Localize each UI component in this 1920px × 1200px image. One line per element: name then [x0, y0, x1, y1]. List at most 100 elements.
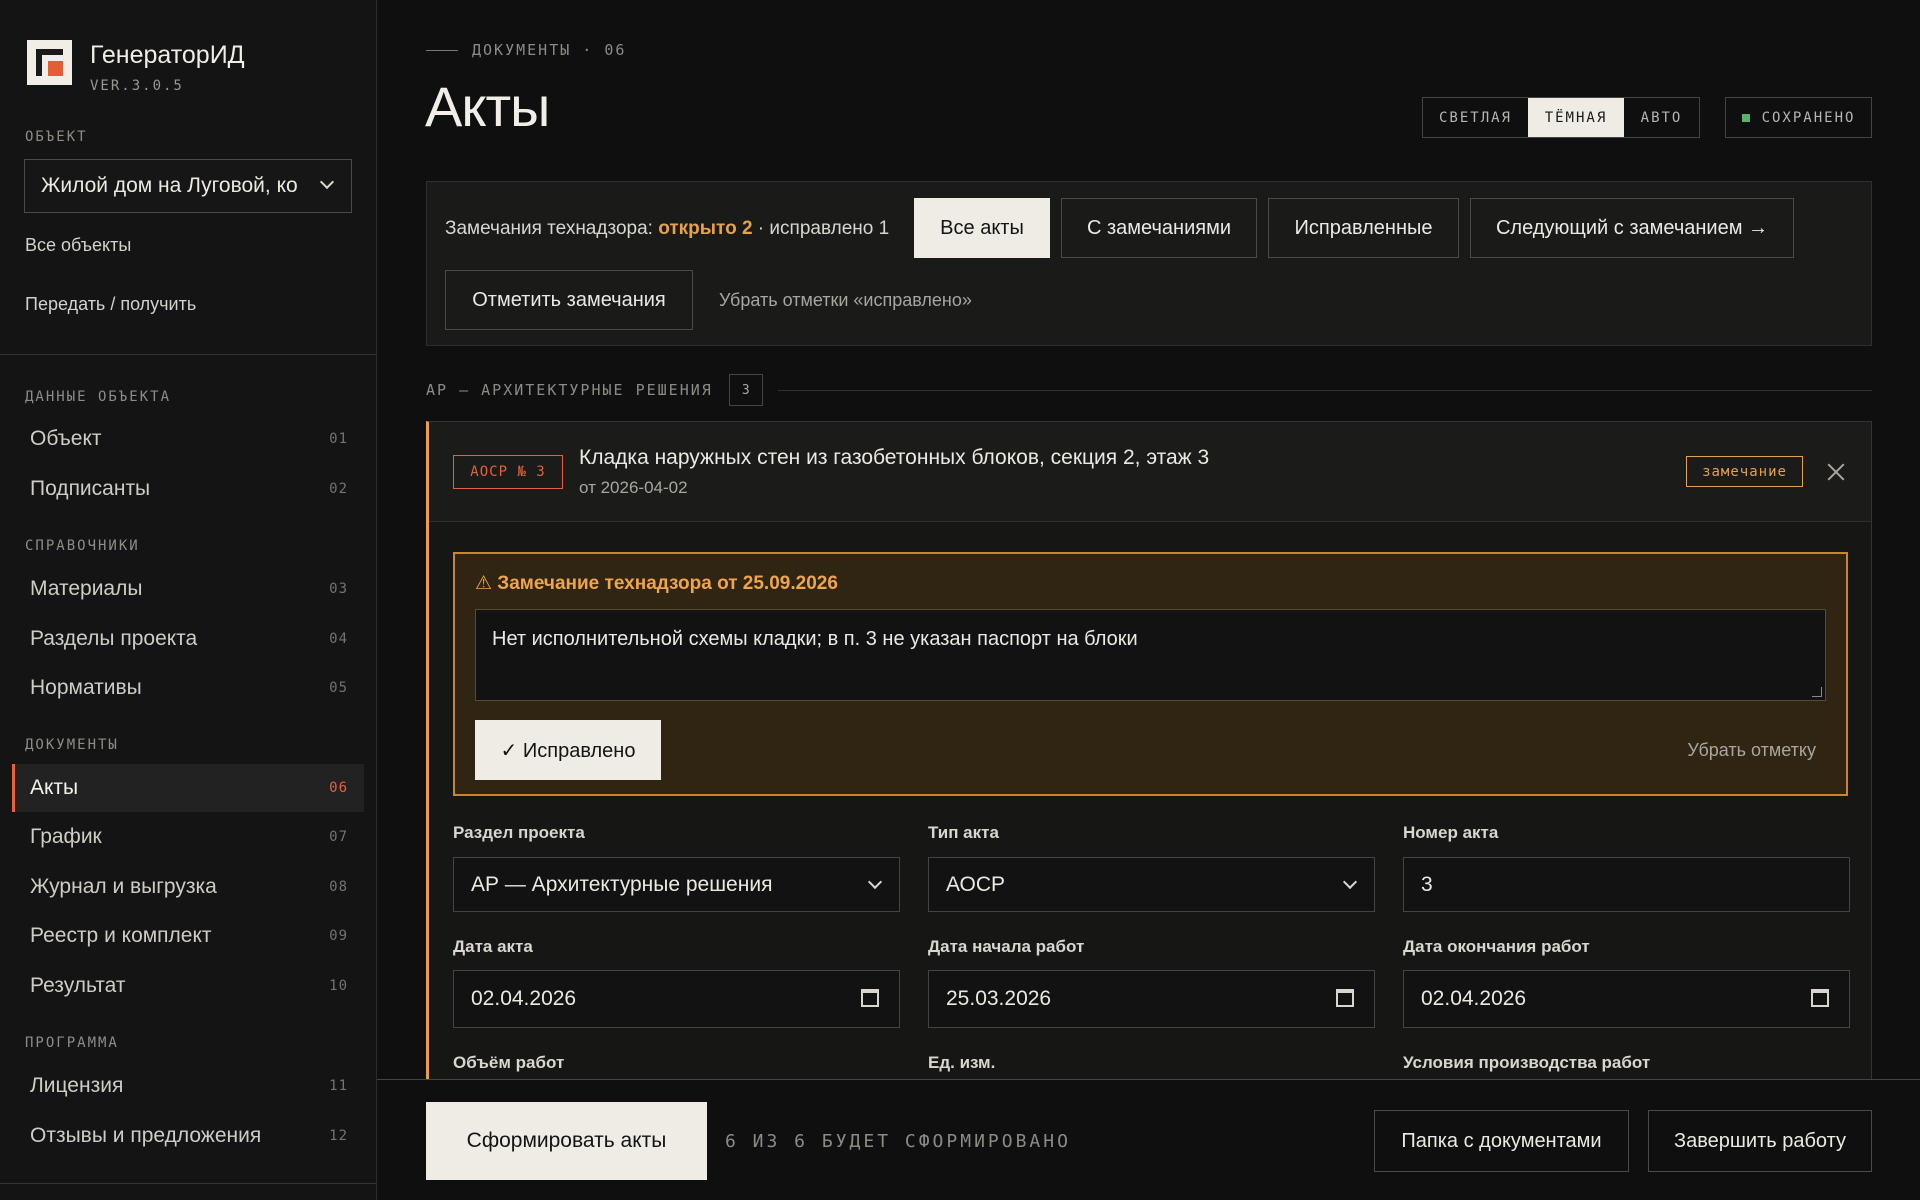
remark-status-badge: замечание	[1686, 456, 1803, 487]
type-select[interactable]: АОСР	[928, 857, 1375, 912]
calendar-icon[interactable]	[861, 989, 879, 1007]
nav-item-label: Лицензия	[30, 1074, 124, 1097]
nav-item-num: 06	[329, 780, 348, 796]
remark-text: Нет исполнительной схемы кладки; в п. 3 …	[492, 628, 1138, 650]
remark-box: ⚠ Замечание технадзора от 25.09.2026 Нет…	[453, 552, 1848, 796]
nav-item-label: Подписанты	[30, 477, 151, 500]
nav-item-num: 05	[329, 680, 348, 696]
type-field-label: Тип акта	[928, 823, 999, 842]
start-date-input[interactable]: 25.03.2026	[928, 970, 1375, 1028]
section-select-value: АР — Архитектурные решения	[471, 872, 773, 896]
object-select-value: Жилой дом на Луговой, корпус 1	[41, 174, 299, 197]
calendar-icon[interactable]	[1336, 989, 1354, 1007]
type-select-value: АОСР	[946, 872, 1006, 896]
nav-item-feedback[interactable]: Отзывы и предложения 12	[12, 1112, 364, 1160]
mark-remarks-button[interactable]: Отметить замечания	[445, 270, 693, 330]
nav-item-registry[interactable]: Реестр и комплект 09	[12, 912, 364, 960]
resize-grip-icon[interactable]	[1812, 687, 1822, 697]
theme-light-option[interactable]: СВЕТЛАЯ	[1423, 98, 1528, 137]
remove-mark-link[interactable]: Убрать отметку	[1687, 740, 1816, 761]
theme-auto-option[interactable]: АВТО	[1624, 98, 1699, 137]
nav-item-num: 12	[329, 1128, 348, 1144]
nav-item-num: 11	[329, 1078, 348, 1094]
act-title: Кладка наружных стен из газобетонных бло…	[579, 446, 1210, 469]
nav-item-label: Нормативы	[30, 676, 142, 699]
filter-fixed-button[interactable]: Исправленные	[1268, 198, 1459, 258]
next-with-remark-button[interactable]: Следующий с замечанием →	[1470, 198, 1794, 258]
end-date-field-label: Дата окончания работ	[1403, 937, 1590, 956]
chevron-down-icon	[321, 178, 333, 190]
volume-field-label: Объём работ	[453, 1053, 565, 1072]
finish-work-button[interactable]: Завершить работу	[1648, 1110, 1872, 1172]
breadcrumb: ДОКУМЕНТЫ · 06	[426, 41, 626, 59]
nav-item-license[interactable]: Лицензия 11	[12, 1062, 364, 1110]
nav-item-num: 01	[329, 431, 348, 447]
nav-item-object[interactable]: Объект 01	[12, 415, 364, 463]
remarks-open-count: открыто 2	[658, 218, 753, 239]
nav-item-acts[interactable]: Акты 06	[12, 764, 364, 812]
theme-switch: СВЕТЛАЯ ТЁМНАЯ АВТО	[1422, 97, 1700, 138]
documents-folder-button[interactable]: Папка с документами	[1374, 1110, 1629, 1172]
breadcrumb-text: ДОКУМЕНТЫ · 06	[472, 41, 627, 59]
nav-item-materials[interactable]: Материалы 03	[12, 565, 364, 613]
chevron-down-icon	[1344, 878, 1356, 890]
nav-item-label: Объект	[30, 427, 102, 450]
nav-section-title: СПРАВОЧНИКИ	[25, 538, 140, 554]
nav-item-schedule[interactable]: График 07	[12, 813, 364, 861]
filter-panel: Замечания технадзора: открыто 2 · исправ…	[426, 181, 1872, 346]
object-label: ОБЪЕКТ	[25, 129, 88, 145]
saved-status: СОХРАНЕНО	[1725, 97, 1872, 138]
act-date: от 2026-04-02	[579, 478, 688, 497]
start-date-field-label: Дата начала работ	[928, 937, 1085, 956]
nav-item-label: Разделы проекта	[30, 627, 198, 650]
brand: ГенераторИД VER.3.0.5	[27, 40, 245, 94]
clear-fixed-marks-link[interactable]: Убрать отметки «исправлено»	[719, 290, 972, 311]
nav-item-journal[interactable]: Журнал и выгрузка 08	[12, 863, 364, 911]
nav-item-project-sections[interactable]: Разделы проекта 04	[12, 615, 364, 663]
calendar-icon[interactable]	[1811, 989, 1829, 1007]
nav-item-signers[interactable]: Подписанты 02	[12, 465, 364, 513]
chevron-down-icon	[869, 878, 881, 890]
object-select[interactable]: Жилой дом на Луговой, корпус 1	[24, 159, 352, 213]
act-date-value: 02.04.2026	[471, 987, 577, 1010]
nav-item-label: Акты	[30, 776, 79, 799]
theme-dark-option[interactable]: ТЁМНАЯ	[1528, 98, 1624, 137]
nav-item-label: Результат	[30, 974, 126, 997]
mark-fixed-button[interactable]: ✓ Исправлено	[475, 720, 661, 780]
nav-item-num: 02	[329, 481, 348, 497]
nav-section-title: ДАННЫЕ ОБЪЕКТА	[25, 389, 172, 405]
sidebar-bottom-divider	[0, 1183, 377, 1184]
remark-title: ⚠ Замечание технадзора от 25.09.2026	[475, 573, 838, 594]
transfer-link[interactable]: Передать / получить	[25, 294, 196, 315]
group-title: АР — АРХИТЕКТУРНЫЕ РЕШЕНИЯ	[426, 381, 713, 399]
section-select[interactable]: АР — Архитектурные решения	[453, 857, 900, 912]
act-number-badge: АОСР № 3	[453, 455, 563, 489]
sidebar: ГенераторИД VER.3.0.5 ОБЪЕКТ Жилой дом н…	[0, 0, 377, 1200]
nav-item-label: Материалы	[30, 577, 143, 600]
section-field-label: Раздел проекта	[453, 823, 585, 842]
nav-item-norms[interactable]: Нормативы 05	[12, 664, 364, 712]
nav-item-label: Реестр и комплект	[30, 924, 212, 947]
number-input[interactable]: 3	[1403, 857, 1850, 912]
remarks-status-prefix: Замечания технадзора:	[445, 218, 659, 239]
close-icon[interactable]	[1826, 462, 1846, 482]
act-card-header[interactable]: АОСР № 3 Кладка наружных стен из газобет…	[429, 422, 1871, 522]
nav-item-label: График	[30, 825, 102, 848]
remark-textarea[interactable]: Нет исполнительной схемы кладки; в п. 3 …	[475, 609, 1826, 701]
number-input-value: 3	[1421, 872, 1433, 896]
generate-acts-button[interactable]: Сформировать акты	[426, 1102, 707, 1180]
end-date-input[interactable]: 02.04.2026	[1403, 970, 1850, 1028]
end-date-value: 02.04.2026	[1421, 987, 1527, 1010]
filter-with-remarks-button[interactable]: С замечаниями	[1061, 198, 1257, 258]
nav-item-result[interactable]: Результат 10	[12, 962, 364, 1010]
all-objects-link[interactable]: Все объекты	[25, 235, 131, 256]
nav-item-label: Отзывы и предложения	[30, 1124, 262, 1147]
nav-item-num: 08	[329, 879, 348, 895]
filter-all-acts-button[interactable]: Все акты	[914, 198, 1050, 258]
remarks-fixed-count: · исправлено 1	[752, 218, 890, 239]
group-divider	[778, 390, 1872, 391]
nav-item-num: 09	[329, 928, 348, 944]
act-date-input[interactable]: 02.04.2026	[453, 970, 900, 1028]
nav-item-num: 10	[329, 978, 348, 994]
sidebar-divider	[0, 354, 377, 355]
